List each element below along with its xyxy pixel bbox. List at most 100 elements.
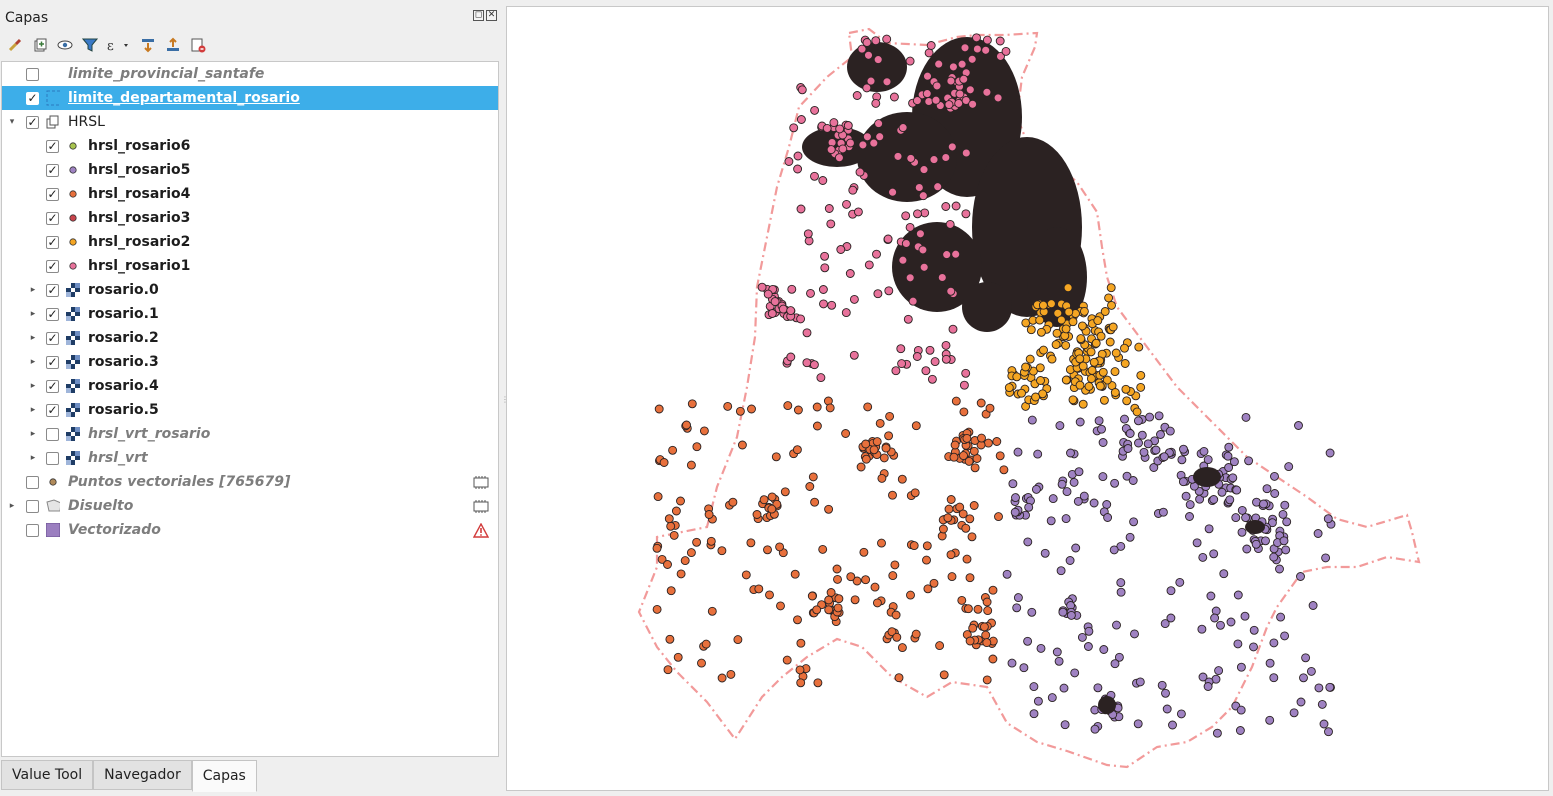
population-point — [1235, 726, 1245, 735]
layer-visibility-checkbox[interactable]: ✓ — [46, 307, 59, 321]
population-point — [1008, 479, 1018, 489]
expand-arrow-icon[interactable]: ▸ — [28, 405, 38, 415]
layer-visibility-checkbox[interactable]: ✓ — [46, 331, 59, 345]
add-group-icon[interactable] — [31, 36, 49, 54]
layer-row[interactable]: limite_provincial_santafe — [2, 62, 498, 86]
layer-visibility-checkbox[interactable] — [26, 499, 39, 513]
layer-tree[interactable]: limite_provincial_santafe ✓ limite_departa… — [1, 61, 499, 757]
population-point — [1198, 552, 1208, 562]
close-panel-icon[interactable]: ✕ — [486, 10, 497, 21]
layer-row[interactable]: Puntos vectoriales [765679] — [2, 470, 498, 494]
style-brush-icon[interactable] — [6, 36, 24, 54]
population-point — [1004, 383, 1014, 393]
collapse-all-icon[interactable] — [164, 36, 182, 54]
population-point — [1023, 636, 1033, 646]
layer-visibility-checkbox[interactable]: ✓ — [46, 211, 59, 225]
population-point — [747, 404, 756, 414]
layer-row[interactable]: ✓ hrsl_rosario1 — [2, 254, 498, 278]
population-point — [824, 504, 834, 514]
tab-capas[interactable]: Capas — [191, 760, 257, 792]
layer-row[interactable]: ▸ ✓ rosario.1 — [2, 302, 498, 326]
raster-layer-icon — [66, 283, 80, 297]
expand-arrow-icon[interactable]: ▸ — [28, 381, 38, 391]
population-point — [1279, 536, 1289, 546]
layer-row[interactable]: ✓ hrsl_rosario5 — [2, 158, 498, 182]
layer-visibility-checkbox[interactable] — [46, 451, 59, 465]
population-point — [919, 165, 929, 175]
layer-row[interactable]: ✓ hrsl_rosario3 — [2, 206, 498, 230]
population-point — [897, 474, 907, 484]
layer-visibility-checkbox[interactable]: ✓ — [26, 115, 39, 129]
layer-visibility-checkbox[interactable]: ✓ — [46, 235, 59, 249]
eye-visibility-icon[interactable] — [56, 36, 74, 54]
population-point — [908, 296, 918, 306]
layer-visibility-checkbox[interactable] — [26, 67, 39, 81]
splitter-handle[interactable]: ⋮ — [501, 395, 509, 404]
population-point — [944, 100, 954, 110]
expand-arrow-icon[interactable]: ▸ — [28, 333, 38, 343]
warning-icon[interactable] — [472, 522, 490, 538]
layer-visibility-checkbox[interactable]: ✓ — [26, 91, 39, 105]
layer-row[interactable]: ▸ ✓ rosario.2 — [2, 326, 498, 350]
layer-visibility-checkbox[interactable]: ✓ — [46, 163, 59, 177]
layer-visibility-checkbox[interactable]: ✓ — [46, 259, 59, 273]
map-canvas[interactable] — [506, 6, 1549, 791]
tab-value-tool[interactable]: Value Tool — [1, 760, 94, 790]
expand-arrow-icon[interactable]: ▸ — [7, 501, 17, 511]
layer-visibility-checkbox[interactable]: ✓ — [46, 283, 59, 297]
layer-visibility-checkbox[interactable] — [26, 475, 39, 489]
population-point — [1096, 331, 1106, 341]
memory-layer-icon[interactable] — [472, 498, 490, 514]
layer-visibility-checkbox[interactable]: ✓ — [46, 379, 59, 393]
layer-row[interactable]: ▾ ✓ HRSL — [2, 110, 498, 134]
population-point — [805, 482, 815, 491]
layer-visibility-checkbox[interactable] — [26, 523, 39, 537]
memory-layer-icon[interactable] — [472, 474, 490, 490]
layer-visibility-checkbox[interactable]: ✓ — [46, 187, 59, 201]
layer-row[interactable]: ✓ hrsl_rosario4 — [2, 182, 498, 206]
population-point — [1241, 412, 1251, 422]
layer-row[interactable]: ▸ Disuelto — [2, 494, 498, 518]
expand-all-icon[interactable] — [139, 36, 157, 54]
population-point — [856, 462, 866, 472]
layer-row[interactable]: ✓ hrsl_rosario2 — [2, 230, 498, 254]
expand-arrow-icon[interactable]: ▸ — [28, 429, 38, 439]
expand-arrow-icon[interactable]: ▸ — [28, 285, 38, 295]
layer-visibility-checkbox[interactable]: ✓ — [46, 139, 59, 153]
map-svg — [637, 27, 1421, 769]
population-point — [857, 44, 867, 54]
expand-arrow-icon[interactable]: ▸ — [28, 357, 38, 367]
population-point — [1324, 727, 1333, 737]
population-point — [841, 429, 851, 438]
layer-row[interactable]: ✓ limite_departamental_rosario — [2, 86, 498, 110]
remove-layer-icon[interactable] — [189, 36, 207, 54]
layer-row[interactable]: ▸ ✓ rosario.3 — [2, 350, 498, 374]
layer-row[interactable]: ▸ hrsl_vrt — [2, 446, 498, 470]
layer-row[interactable]: ✓ hrsl_rosario6 — [2, 134, 498, 158]
population-point — [802, 358, 812, 368]
population-point — [1026, 325, 1036, 335]
expand-arrow-icon[interactable]: ▸ — [28, 309, 38, 319]
layer-row[interactable]: ▸ ✓ rosario.5 — [2, 398, 498, 422]
layer-visibility-checkbox[interactable] — [46, 427, 59, 441]
population-point — [1294, 421, 1303, 430]
population-point — [1178, 477, 1188, 487]
float-panel-icon[interactable]: ◻ — [473, 10, 484, 21]
population-point — [962, 433, 972, 443]
filter-legend-icon[interactable] — [81, 36, 99, 54]
population-point — [793, 615, 802, 625]
filter-expression-icon[interactable]: ε — [106, 36, 132, 54]
layer-row[interactable]: Vectorizado — [2, 518, 498, 542]
layer-row[interactable]: ▸ hrsl_vrt_rosario — [2, 422, 498, 446]
population-point — [1017, 388, 1026, 398]
population-point — [1269, 673, 1279, 683]
population-point — [869, 445, 879, 455]
population-point — [893, 151, 903, 161]
expand-arrow-icon[interactable]: ▸ — [28, 453, 38, 463]
layer-visibility-checkbox[interactable]: ✓ — [46, 403, 59, 417]
collapse-arrow-icon[interactable]: ▾ — [7, 117, 17, 127]
layer-row[interactable]: ▸ ✓ rosario.0 — [2, 278, 498, 302]
layer-visibility-checkbox[interactable]: ✓ — [46, 355, 59, 369]
tab-navegador[interactable]: Navegador — [93, 760, 192, 790]
layer-row[interactable]: ▸ ✓ rosario.4 — [2, 374, 498, 398]
